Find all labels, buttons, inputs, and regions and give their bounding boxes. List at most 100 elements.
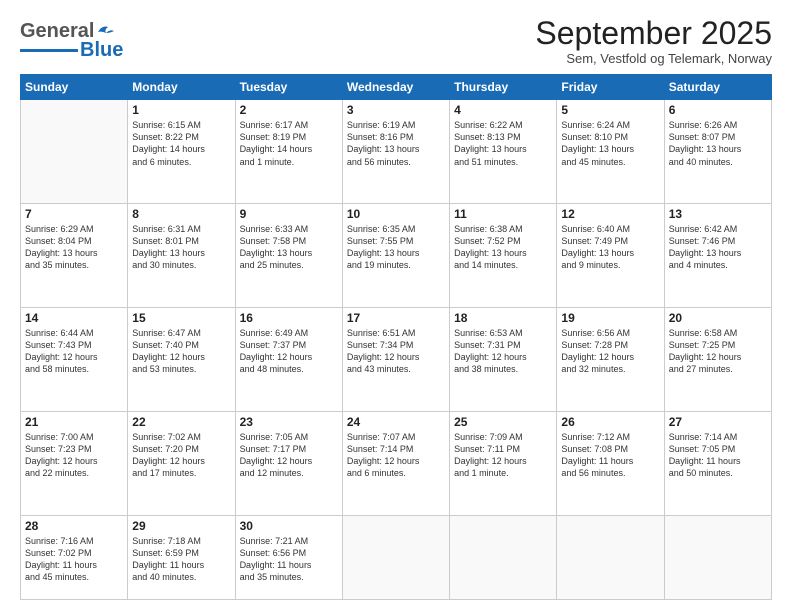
page: General Blue September 2025 Sem, Vestfol… xyxy=(0,0,792,612)
calendar-cell: 9 Sunrise: 6:33 AM Sunset: 7:58 PM Daylig… xyxy=(235,204,342,308)
cell-info-text: Sunrise: 6:47 AM Sunset: 7:40 PM Dayligh… xyxy=(132,327,230,376)
calendar-cell: 21 Sunrise: 7:00 AM Sunset: 7:23 PM Dayli… xyxy=(21,411,128,515)
calendar-week-row-2: 7Sunrise: 6:29 AM Sunset: 8:04 PM Daylig… xyxy=(21,204,772,308)
cell-day-number: 20 xyxy=(669,311,767,325)
calendar-cell: 16 Sunrise: 6:49 AM Sunset: 7:37 PM Dayli… xyxy=(235,307,342,411)
calendar-week-row-5: 28 Sunrise: 7:16 AM Sunset: 7:02 PM Dayli… xyxy=(21,515,772,600)
cell-day-number: 16 xyxy=(240,311,338,325)
calendar-cell: 18 Sunrise: 6:53 AM Sunset: 7:31 PM Dayli… xyxy=(450,307,557,411)
calendar-cell: 10Sunrise: 6:35 AM Sunset: 7:55 PM Dayli… xyxy=(342,204,449,308)
cell-info-text: Sunrise: 6:15 AM Sunset: 8:22 PM Dayligh… xyxy=(132,119,230,168)
weekday-header-row: SundayMondayTuesdayWednesdayThursdayFrid… xyxy=(21,75,772,100)
cell-day-number: 21 xyxy=(25,415,123,429)
cell-info-text: Sunrise: 7:14 AM Sunset: 7:05 PM Dayligh… xyxy=(669,431,767,480)
cell-day-number: 15 xyxy=(132,311,230,325)
calendar-cell: 23Sunrise: 7:05 AM Sunset: 7:17 PM Dayli… xyxy=(235,411,342,515)
calendar-week-row-4: 21 Sunrise: 7:00 AM Sunset: 7:23 PM Dayli… xyxy=(21,411,772,515)
weekday-header-monday: Monday xyxy=(128,75,235,100)
calendar-cell: 1Sunrise: 6:15 AM Sunset: 8:22 PM Daylig… xyxy=(128,100,235,204)
calendar-cell: 14 Sunrise: 6:44 AM Sunset: 7:43 PM Dayli… xyxy=(21,307,128,411)
calendar-cell: 29Sunrise: 7:18 AM Sunset: 6:59 PM Dayli… xyxy=(128,515,235,600)
cell-day-number: 2 xyxy=(240,103,338,117)
calendar-cell xyxy=(450,515,557,600)
cell-info-text: Sunrise: 7:09 AM Sunset: 7:11 PM Dayligh… xyxy=(454,431,552,480)
cell-day-number: 17 xyxy=(347,311,445,325)
calendar-cell: 5 Sunrise: 6:24 AM Sunset: 8:10 PM Daylig… xyxy=(557,100,664,204)
calendar-cell: 15 Sunrise: 6:47 AM Sunset: 7:40 PM Dayli… xyxy=(128,307,235,411)
calendar-cell: 20Sunrise: 6:58 AM Sunset: 7:25 PM Dayli… xyxy=(664,307,771,411)
cell-info-text: Sunrise: 6:56 AM Sunset: 7:28 PM Dayligh… xyxy=(561,327,659,376)
cell-day-number: 30 xyxy=(240,519,338,533)
cell-day-number: 10 xyxy=(347,207,445,221)
cell-info-text: Sunrise: 7:21 AM Sunset: 6:56 PM Dayligh… xyxy=(240,535,338,584)
cell-day-number: 14 xyxy=(25,311,123,325)
calendar-cell: 19Sunrise: 6:56 AM Sunset: 7:28 PM Dayli… xyxy=(557,307,664,411)
cell-info-text: Sunrise: 6:49 AM Sunset: 7:37 PM Dayligh… xyxy=(240,327,338,376)
cell-info-text: Sunrise: 6:51 AM Sunset: 7:34 PM Dayligh… xyxy=(347,327,445,376)
cell-info-text: Sunrise: 7:02 AM Sunset: 7:20 PM Dayligh… xyxy=(132,431,230,480)
cell-day-number: 12 xyxy=(561,207,659,221)
cell-info-text: Sunrise: 6:42 AM Sunset: 7:46 PM Dayligh… xyxy=(669,223,767,272)
cell-info-text: Sunrise: 7:16 AM Sunset: 7:02 PM Dayligh… xyxy=(25,535,123,584)
calendar-cell xyxy=(557,515,664,600)
calendar-cell: 6 Sunrise: 6:26 AM Sunset: 8:07 PM Daylig… xyxy=(664,100,771,204)
calendar-cell: 12 Sunrise: 6:40 AM Sunset: 7:49 PM Dayli… xyxy=(557,204,664,308)
cell-info-text: Sunrise: 6:38 AM Sunset: 7:52 PM Dayligh… xyxy=(454,223,552,272)
calendar-cell: 30 Sunrise: 7:21 AM Sunset: 6:56 PM Dayli… xyxy=(235,515,342,600)
cell-day-number: 9 xyxy=(240,207,338,221)
cell-day-number: 6 xyxy=(669,103,767,117)
weekday-header-thursday: Thursday xyxy=(450,75,557,100)
cell-info-text: Sunrise: 6:17 AM Sunset: 8:19 PM Dayligh… xyxy=(240,119,338,168)
logo-blue: Blue xyxy=(80,39,123,62)
cell-day-number: 11 xyxy=(454,207,552,221)
cell-info-text: Sunrise: 6:24 AM Sunset: 8:10 PM Dayligh… xyxy=(561,119,659,168)
cell-day-number: 22 xyxy=(132,415,230,429)
calendar-cell: 13Sunrise: 6:42 AM Sunset: 7:46 PM Dayli… xyxy=(664,204,771,308)
cell-day-number: 27 xyxy=(669,415,767,429)
logo-bird-icon xyxy=(94,23,116,41)
calendar-cell: 4 Sunrise: 6:22 AM Sunset: 8:13 PM Daylig… xyxy=(450,100,557,204)
cell-info-text: Sunrise: 6:40 AM Sunset: 7:49 PM Dayligh… xyxy=(561,223,659,272)
calendar-week-row-1: 1Sunrise: 6:15 AM Sunset: 8:22 PM Daylig… xyxy=(21,100,772,204)
cell-info-text: Sunrise: 7:07 AM Sunset: 7:14 PM Dayligh… xyxy=(347,431,445,480)
calendar-cell xyxy=(664,515,771,600)
weekday-header-friday: Friday xyxy=(557,75,664,100)
logo: General Blue xyxy=(20,20,123,62)
cell-day-number: 29 xyxy=(132,519,230,533)
header: General Blue September 2025 Sem, Vestfol… xyxy=(20,16,772,66)
cell-day-number: 28 xyxy=(25,519,123,533)
calendar-cell: 11 Sunrise: 6:38 AM Sunset: 7:52 PM Dayli… xyxy=(450,204,557,308)
weekday-header-saturday: Saturday xyxy=(664,75,771,100)
calendar-table: SundayMondayTuesdayWednesdayThursdayFrid… xyxy=(20,74,772,600)
weekday-header-sunday: Sunday xyxy=(21,75,128,100)
subtitle: Sem, Vestfold og Telemark, Norway xyxy=(535,51,772,66)
calendar-cell: 27 Sunrise: 7:14 AM Sunset: 7:05 PM Dayli… xyxy=(664,411,771,515)
cell-info-text: Sunrise: 7:05 AM Sunset: 7:17 PM Dayligh… xyxy=(240,431,338,480)
weekday-header-wednesday: Wednesday xyxy=(342,75,449,100)
calendar-cell xyxy=(21,100,128,204)
calendar-cell: 28 Sunrise: 7:16 AM Sunset: 7:02 PM Dayli… xyxy=(21,515,128,600)
cell-day-number: 5 xyxy=(561,103,659,117)
cell-info-text: Sunrise: 6:22 AM Sunset: 8:13 PM Dayligh… xyxy=(454,119,552,168)
calendar-cell: 22 Sunrise: 7:02 AM Sunset: 7:20 PM Dayli… xyxy=(128,411,235,515)
calendar-cell xyxy=(342,515,449,600)
cell-info-text: Sunrise: 6:53 AM Sunset: 7:31 PM Dayligh… xyxy=(454,327,552,376)
cell-day-number: 18 xyxy=(454,311,552,325)
cell-info-text: Sunrise: 6:44 AM Sunset: 7:43 PM Dayligh… xyxy=(25,327,123,376)
cell-info-text: Sunrise: 7:00 AM Sunset: 7:23 PM Dayligh… xyxy=(25,431,123,480)
cell-info-text: Sunrise: 7:12 AM Sunset: 7:08 PM Dayligh… xyxy=(561,431,659,480)
cell-info-text: Sunrise: 6:31 AM Sunset: 8:01 PM Dayligh… xyxy=(132,223,230,272)
cell-info-text: Sunrise: 6:26 AM Sunset: 8:07 PM Dayligh… xyxy=(669,119,767,168)
cell-day-number: 7 xyxy=(25,207,123,221)
cell-day-number: 4 xyxy=(454,103,552,117)
month-title: September 2025 xyxy=(535,16,772,51)
calendar-cell: 26 Sunrise: 7:12 AM Sunset: 7:08 PM Dayli… xyxy=(557,411,664,515)
cell-day-number: 26 xyxy=(561,415,659,429)
title-block: September 2025 Sem, Vestfold og Telemark… xyxy=(535,16,772,66)
cell-day-number: 24 xyxy=(347,415,445,429)
calendar-cell: 7Sunrise: 6:29 AM Sunset: 8:04 PM Daylig… xyxy=(21,204,128,308)
cell-info-text: Sunrise: 6:19 AM Sunset: 8:16 PM Dayligh… xyxy=(347,119,445,168)
calendar-cell: 8 Sunrise: 6:31 AM Sunset: 8:01 PM Daylig… xyxy=(128,204,235,308)
cell-day-number: 8 xyxy=(132,207,230,221)
cell-info-text: Sunrise: 6:33 AM Sunset: 7:58 PM Dayligh… xyxy=(240,223,338,272)
